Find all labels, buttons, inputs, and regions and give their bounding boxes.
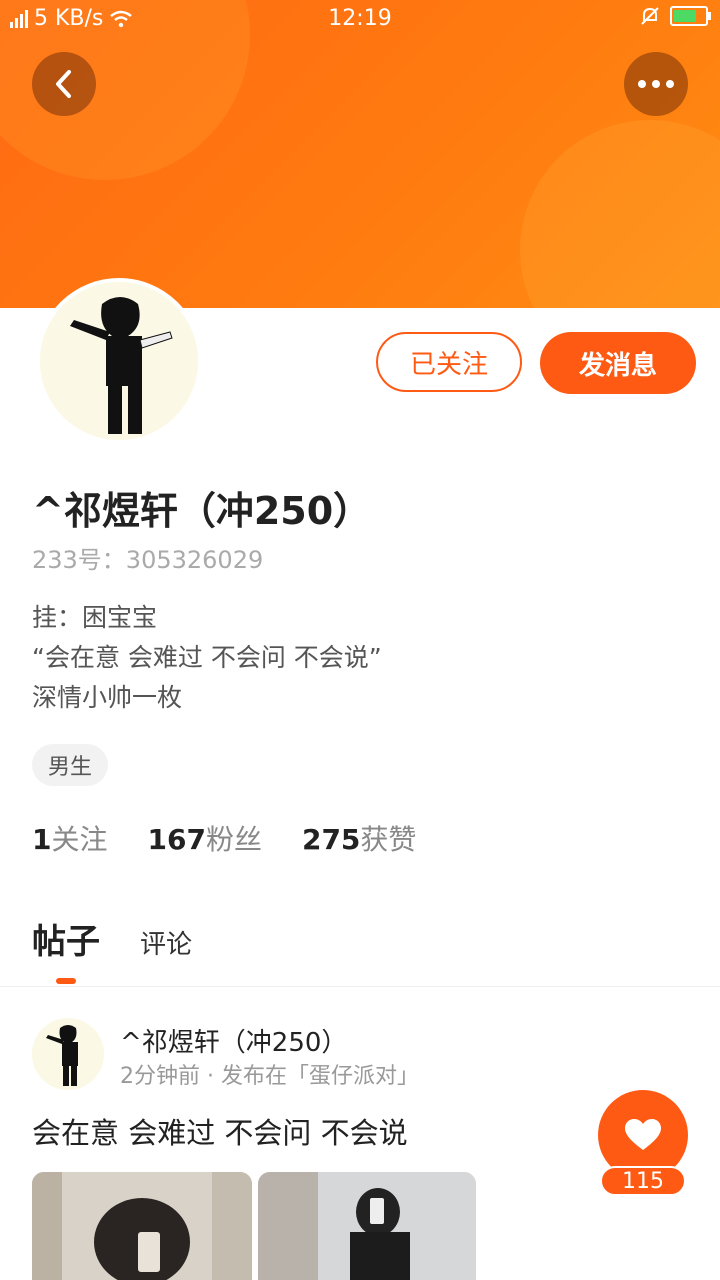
divider [0, 986, 720, 987]
clock: 12:19 [328, 6, 392, 31]
back-icon [56, 70, 71, 98]
profile-bio: 挂：困宝宝 “会在意 会难过 不会问 不会说” 深情小帅一枚 [32, 598, 382, 718]
stat-following[interactable]: 1关注 [32, 818, 108, 858]
tab-indicator [56, 978, 76, 984]
profile-header-banner [0, 0, 720, 308]
heart-icon [625, 1119, 661, 1150]
post-author-name[interactable]: ^祁煜轩（冲250） [120, 1022, 347, 1059]
status-bar: 5 KB/s 12:19 [0, 0, 720, 38]
bio-line: 深情小帅一枚 [32, 683, 183, 712]
profile-tabs: 帖子 评论 [32, 914, 192, 963]
stat-fans[interactable]: 167粉丝 [148, 818, 262, 858]
mute-icon [641, 7, 659, 25]
tab-comments[interactable]: 评论 [140, 924, 192, 961]
post-author-avatar[interactable] [32, 1018, 104, 1090]
bio-line: “会在意 会难过 不会问 不会说” [32, 643, 382, 672]
post-image[interactable] [32, 1172, 252, 1280]
tab-posts[interactable]: 帖子 [32, 914, 100, 963]
more-button[interactable] [624, 52, 688, 116]
bio-line: 挂：困宝宝 [32, 603, 158, 632]
profile-id: 233号：305326029 [32, 546, 264, 574]
followed-button[interactable]: 已关注 [376, 332, 522, 392]
avatar[interactable] [36, 278, 202, 444]
post-image[interactable] [258, 1172, 476, 1280]
back-button[interactable] [32, 52, 96, 116]
send-message-button[interactable]: 发消息 [540, 332, 696, 394]
gender-tag: 男生 [32, 744, 109, 786]
profile-stats: 1关注 167粉丝 275获赞 [32, 818, 416, 858]
like-count: 115 [600, 1166, 686, 1196]
stat-likes: 275获赞 [301, 823, 417, 856]
post-text[interactable]: 会在意 会难过 不会问 不会说 [32, 1110, 408, 1152]
profile-name: ^祁煜轩（冲250） [32, 489, 372, 533]
post-meta: 2分钟前 · 发布在「蛋仔派对」 [120, 1064, 419, 1089]
more-icon [638, 80, 674, 88]
battery-icon [670, 6, 711, 26]
